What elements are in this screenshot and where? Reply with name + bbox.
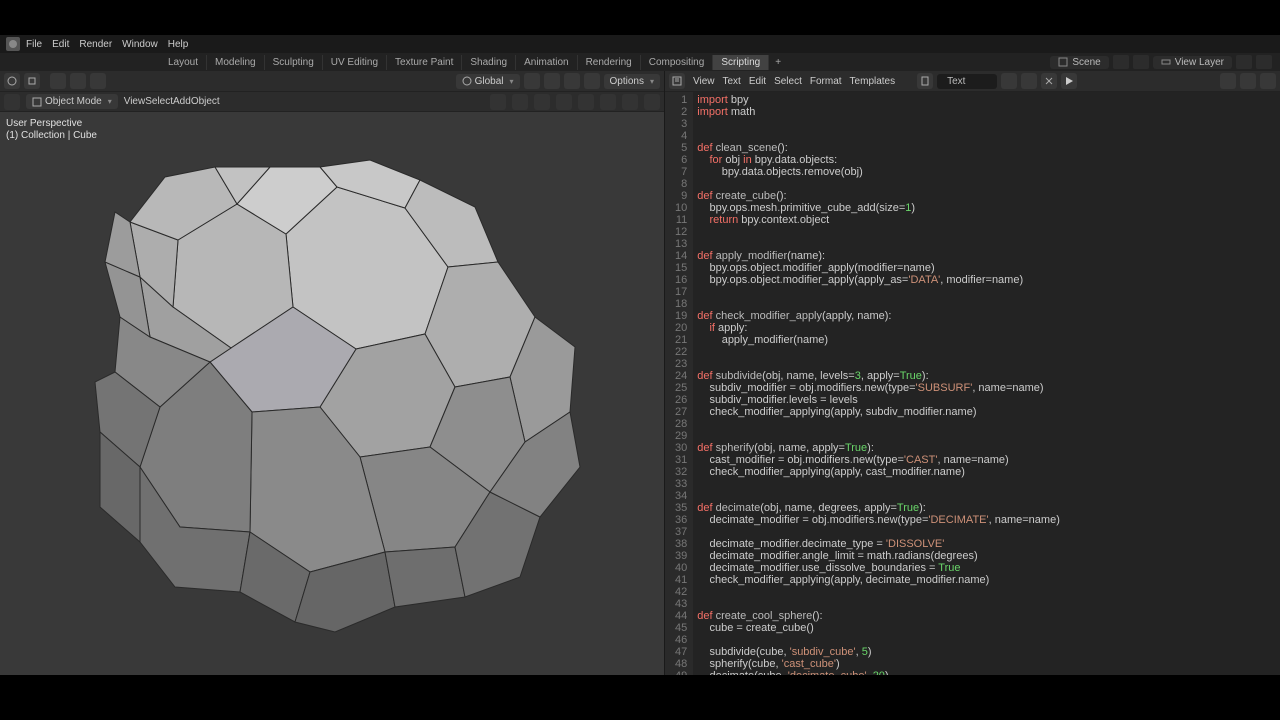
viewport-menu-view[interactable]: View — [124, 96, 146, 107]
proportional-toggle[interactable] — [564, 73, 580, 89]
menu-window[interactable]: Window — [122, 39, 158, 50]
cursor-tool-icon[interactable] — [4, 94, 20, 110]
texteditor-menu-text[interactable]: Text — [719, 76, 745, 87]
workspace-tab-sculpting[interactable]: Sculpting — [265, 55, 323, 70]
texteditor-menu-view[interactable]: View — [689, 76, 719, 87]
xray-toggle[interactable] — [534, 94, 550, 110]
options-dropdown[interactable]: Options — [604, 74, 660, 89]
texteditor-menu-format[interactable]: Format — [806, 76, 846, 87]
snap-type-dropdown[interactable] — [544, 73, 560, 89]
shading-dropdown[interactable] — [644, 94, 660, 110]
menu-edit[interactable]: Edit — [52, 39, 69, 50]
texteditor-header: ViewTextEditSelectFormatTemplates Text — [665, 71, 1280, 92]
shading-solid[interactable] — [578, 94, 594, 110]
workspace-tab-layout[interactable]: Layout — [160, 55, 207, 70]
main-menubar: File Edit Render Window Help — [0, 35, 1280, 53]
texteditor-menu-edit[interactable]: Edit — [745, 76, 770, 87]
workspace-tab-uv-editing[interactable]: UV Editing — [323, 55, 387, 70]
pivot-icon[interactable] — [50, 73, 66, 89]
run-script-button[interactable] — [1061, 73, 1077, 89]
workspace-tab-texture-paint[interactable]: Texture Paint — [387, 55, 462, 70]
shading-rendered[interactable] — [622, 94, 638, 110]
workspace-tab-animation[interactable]: Animation — [516, 55, 577, 70]
menu-file[interactable]: File — [26, 39, 42, 50]
scene-new-button[interactable] — [1113, 55, 1129, 69]
viewlayer-delete-button[interactable] — [1256, 55, 1272, 69]
viewport-menu-object[interactable]: Object — [191, 96, 220, 107]
proportional-type[interactable] — [584, 73, 600, 89]
viewport-toolbar: Object Mode ViewSelectAddObject — [0, 92, 664, 112]
workspace-tabs: LayoutModelingSculptingUV EditingTexture… — [0, 53, 1280, 71]
workspace-tab-shading[interactable]: Shading — [462, 55, 516, 70]
syntax-toggle[interactable] — [1260, 73, 1276, 89]
text-close-button[interactable] — [1041, 73, 1057, 89]
blender-window: FileEditRenderWindowHelp LayoutModelingS… — [0, 35, 1280, 675]
scene-selector[interactable]: Scene — [1050, 56, 1108, 69]
menu-render[interactable]: Render — [79, 39, 112, 50]
text-new-button[interactable] — [1001, 73, 1017, 89]
viewlayer-icon — [1161, 57, 1171, 67]
scene-icon — [1058, 57, 1068, 67]
workspace-tab-rendering[interactable]: Rendering — [578, 55, 641, 70]
interaction-mode-dropdown[interactable]: Object Mode — [26, 94, 118, 109]
snap-toggle[interactable] — [524, 73, 540, 89]
shading-wireframe[interactable] — [556, 94, 572, 110]
text-unlink-button[interactable] — [1021, 73, 1037, 89]
viewlayer-new-button[interactable] — [1236, 55, 1252, 69]
workspace-tab-modeling[interactable]: Modeling — [207, 55, 265, 70]
viewlayer-selector[interactable]: View Layer — [1153, 56, 1232, 69]
line-numbers-toggle[interactable] — [1220, 73, 1236, 89]
texteditor-menu-select[interactable]: Select — [770, 76, 806, 87]
script-editor-body[interactable]: 1234567891011121314151617181920212223242… — [665, 92, 1280, 675]
word-wrap-toggle[interactable] — [1240, 73, 1256, 89]
3d-viewport[interactable]: User Perspective (1) Collection | Cube — [0, 112, 664, 675]
text-editor-panel: ViewTextEditSelectFormatTemplates Text — [665, 71, 1280, 675]
mode-icon[interactable] — [24, 73, 40, 89]
blender-logo-icon — [6, 37, 20, 51]
text-datablock-icon[interactable] — [917, 73, 933, 89]
texteditor-menu-templates[interactable]: Templates — [846, 76, 900, 87]
mesh-preview — [0, 112, 664, 672]
viewport-menu-select[interactable]: Select — [145, 96, 173, 107]
viewport-header: Global Options — [0, 71, 664, 92]
workspace-add-button[interactable]: + — [769, 55, 787, 70]
globe-icon — [462, 76, 472, 86]
shading-lookdev[interactable] — [600, 94, 616, 110]
3d-viewport-panel: Global Options Object Mode ViewSelectAdd… — [0, 71, 665, 675]
viewport-menu-add[interactable]: Add — [173, 96, 191, 107]
editor-type-icon[interactable] — [4, 73, 20, 89]
orientation-dropdown[interactable]: Global — [456, 74, 520, 89]
proportional-icon[interactable] — [90, 73, 106, 89]
object-mode-icon — [32, 97, 42, 107]
line-number-gutter: 1234567891011121314151617181920212223242… — [665, 92, 693, 675]
snap-icon[interactable] — [70, 73, 86, 89]
overlay-toggle[interactable] — [512, 94, 528, 110]
text-name-field[interactable]: Text — [937, 74, 997, 89]
workspace-tab-scripting[interactable]: Scripting — [713, 55, 769, 70]
editor-type-text-icon[interactable] — [669, 73, 685, 89]
code-area[interactable]: import bpyimport math def clean_scene():… — [693, 92, 1280, 675]
menu-help[interactable]: Help — [168, 39, 189, 50]
scene-delete-button[interactable] — [1133, 55, 1149, 69]
workspace-tab-compositing[interactable]: Compositing — [641, 55, 714, 70]
gizmo-toggle[interactable] — [490, 94, 506, 110]
